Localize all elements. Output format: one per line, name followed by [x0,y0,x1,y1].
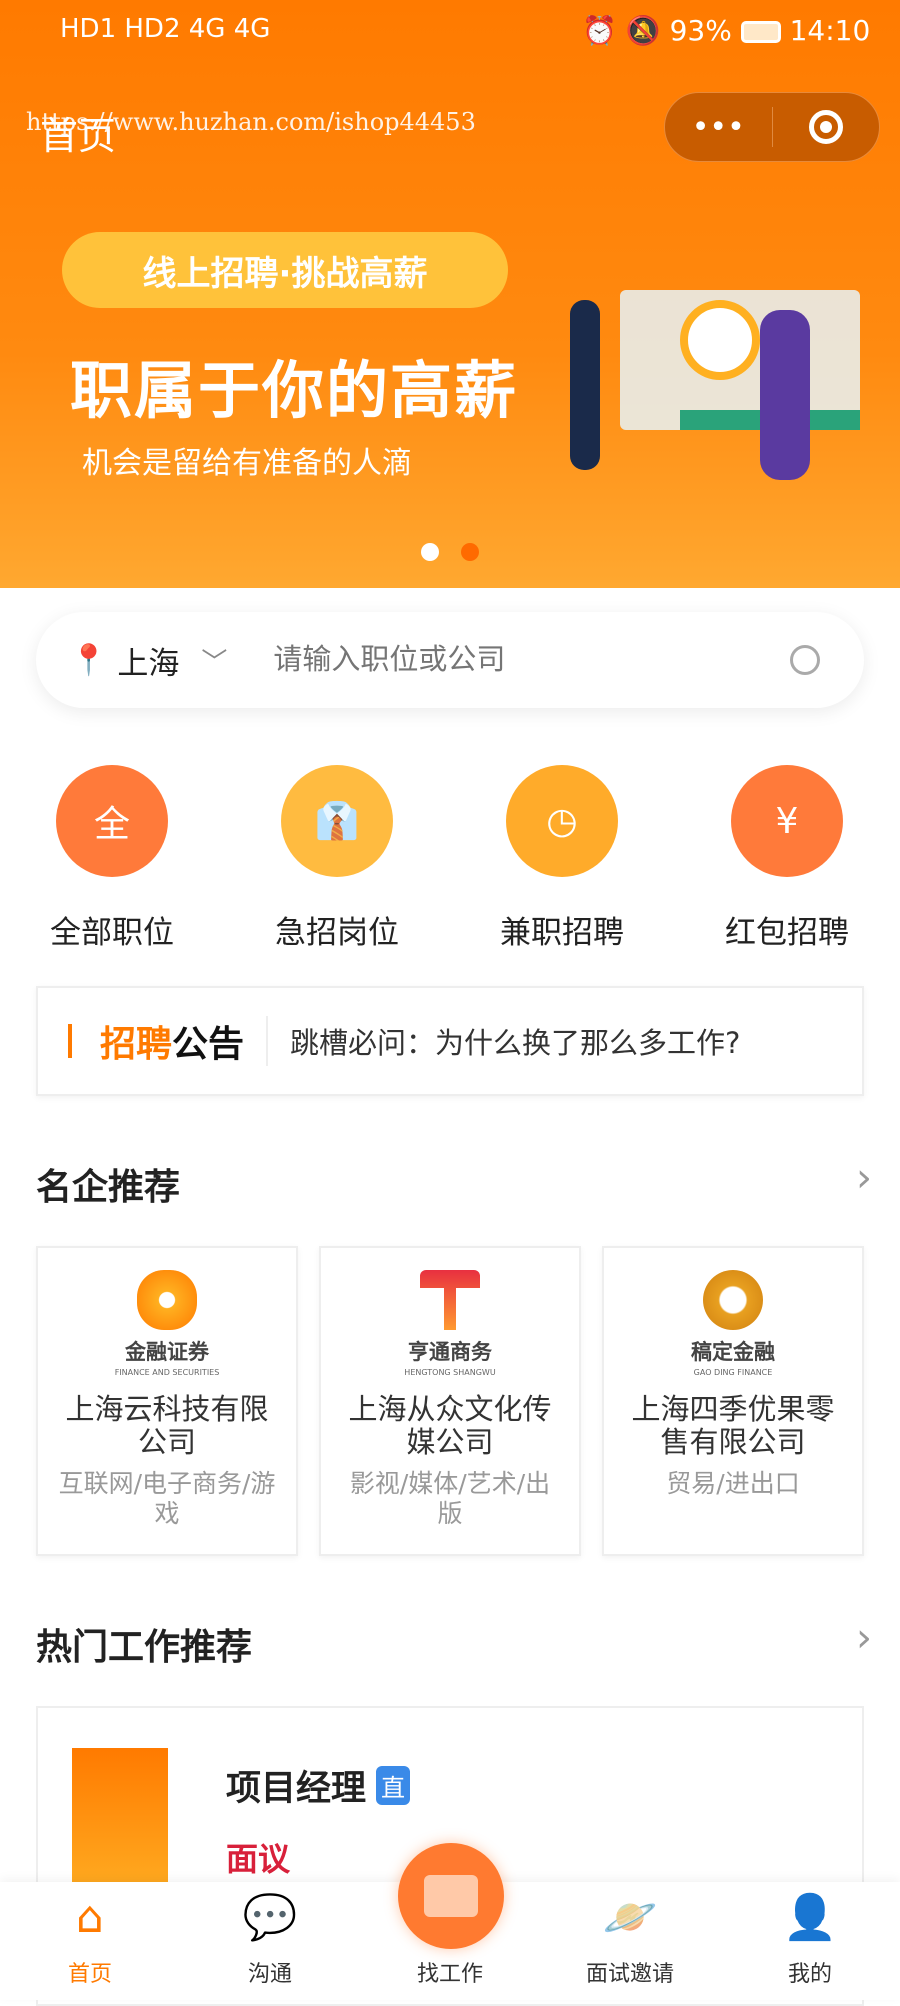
company-logo-icon [420,1270,480,1330]
more-dots-icon[interactable]: ••• [665,110,772,145]
logo-text: 稿定金融 [691,1340,775,1364]
company-name: 上海从众文化传媒公司 [348,1392,552,1459]
battery-icon [740,21,781,43]
tab-chat[interactable]: 💬 沟通 [180,1890,360,1988]
direct-badge: 直 [376,1766,411,1805]
signal-indicators: HD1 HD2 4G 4G [60,14,271,44]
category-all-jobs[interactable]: 全全部职位 [22,765,202,952]
company-industry: 互联网/电子商务/游戏 [58,1469,276,1528]
job-salary: 面议 [226,1840,291,1878]
category-red-packet[interactable]: ¥ 红包招聘 [697,765,877,952]
tab-find-job[interactable]: 找工作 [360,1890,540,1988]
planet-icon: 🪐 [602,1892,658,1943]
chevron-right-icon[interactable]: › [856,1615,872,1661]
category-label: 兼职招聘 [500,915,624,951]
divider [266,1016,269,1066]
notice-tag-a: 招聘 [100,1024,173,1065]
mini-program-capsule: ••• [664,92,880,162]
tab-label: 沟通 [247,1962,292,1987]
company-name: 上海云科技有限公司 [65,1392,269,1459]
logo-subtext: HENGTONG SHANGWU [404,1368,496,1377]
clock: 14:10 [789,14,871,47]
section-title-hot-jobs: 热门工作推荐 [36,1627,253,1668]
tab-label: 我的 [787,1962,832,1987]
search-bar[interactable]: 📍 上海 ﹀ [36,612,864,708]
category-label: 全部职位 [50,915,174,951]
document-icon: 全 [56,765,168,877]
chevron-right-icon[interactable]: › [856,1155,872,1201]
category-urgent[interactable]: 👔 急招岗位 [247,765,427,952]
job-title: 项目经理 [226,1769,367,1809]
tab-home[interactable]: ⌂ 首页 [0,1890,180,1988]
status-right: ⏰ 🔕 93% 14:10 [582,14,870,47]
notice-text[interactable]: 跳槽必问：为什么换了那么多工作? [290,1020,740,1062]
banner-pill: 线上招聘·挑战高薪 [62,232,508,308]
tab-label: 面试邀请 [585,1962,674,1987]
alarm-icon: ⏰ [582,14,617,47]
notice-accent [68,1024,72,1058]
category-label: 急招岗位 [275,915,399,951]
company-industry: 影视/媒体/艺术/出版 [349,1469,551,1528]
red-packet-icon: ¥ [731,765,843,877]
tab-label: 找工作 [416,1962,483,1987]
banner-subtitle: 机会是留给有准备的人滴 [82,446,412,481]
logo-text: 金融证券 [125,1340,209,1364]
carousel-dot-2[interactable] [461,543,479,561]
user-icon: 👤 [782,1892,838,1943]
company-logo-icon [703,1270,763,1330]
company-industry: 贸易/进出口 [666,1469,800,1498]
notice-bar[interactable]: 招聘 公告 跳槽必问：为什么换了那么多工作? [36,986,864,1096]
carousel-dot-1[interactable] [421,543,439,561]
target-icon[interactable] [773,110,880,144]
tab-label: 首页 [67,1962,112,1987]
banner-headline: 职属于你的高薪 [70,354,519,427]
company-card[interactable]: 金融证券 FINANCE AND SECURITIES 上海云科技有限公司 互联网… [36,1246,298,1556]
company-card[interactable]: 稿定金融 GAO DING FINANCE 上海四季优果零售有限公司 贸易/进出口 [602,1246,864,1556]
category-part-time[interactable]: ◷ 兼职招聘 [472,765,652,952]
company-card[interactable]: 亨通商务 HENGTONG SHANGWU 上海从众文化传媒公司 影视/媒体/艺术… [319,1246,581,1556]
category-label: 红包招聘 [725,915,849,951]
chat-icon: 💬 [242,1892,298,1943]
tab-spacer [360,1890,540,1946]
location-pin-icon: 📍 [70,642,108,678]
search-icon[interactable] [790,645,820,675]
job-thumbnail [72,1748,168,1888]
job-title-row: 项目经理 直 [226,1760,411,1811]
logo-subtext: FINANCE AND SECURITIES [114,1368,220,1377]
search-input[interactable] [273,643,790,677]
company-logo-icon [137,1270,197,1330]
clock-icon: ◷ [506,765,618,877]
banner-illustration [560,270,880,500]
company-name: 上海四季优果零售有限公司 [631,1392,835,1459]
section-title-companies: 名企推荐 [36,1167,181,1208]
home-icon: ⌂ [76,1892,104,1943]
tab-interview[interactable]: 🪐 面试邀请 [540,1890,720,1988]
notice-tag-b: 公告 [172,1024,245,1065]
logo-text: 亨通商务 [408,1340,492,1364]
mute-icon: 🔕 [625,14,661,47]
battery-percent: 93% [669,14,732,47]
city-selector[interactable]: 上海 [117,638,179,683]
logo-subtext: GAO DING FINANCE [693,1368,773,1377]
tab-me[interactable]: 👤 我的 [720,1890,900,1988]
chevron-down-icon[interactable]: ﹀ [201,642,227,679]
tie-icon: 👔 [281,765,393,877]
watermark: https://www.huzhan.com/ishop44453 [26,108,476,136]
